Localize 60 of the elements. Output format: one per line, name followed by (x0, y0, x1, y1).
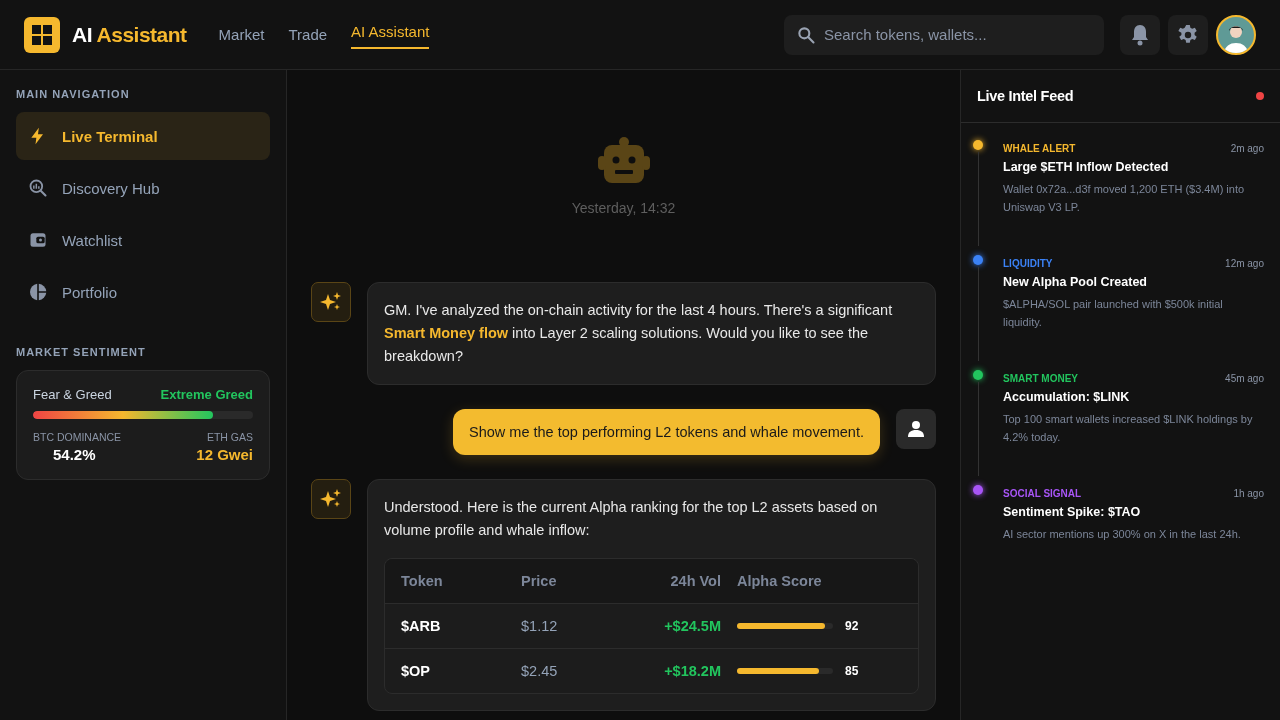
score-value: 85 (845, 664, 859, 678)
person-icon (906, 419, 926, 439)
column-header: 24h Vol (669, 573, 721, 589)
nav-tab[interactable]: AI Assistant (351, 16, 430, 49)
alert-text: Top 100 smart wallets increased $LINK holdings by 4.2% today. (1003, 412, 1254, 445)
section-heading: MAIN NAVIGATION (16, 88, 131, 100)
stat-label: BTC DOMINANCE (33, 431, 122, 443)
sidebar-item[interactable]: Live Terminal (16, 112, 270, 160)
alert-text: $ALPHA/SOL pair launched with $500k initial liquidity. (1003, 297, 1224, 330)
pie-chart-icon (28, 282, 48, 302)
settings-icon (1177, 23, 1199, 46)
avatar-icon[interactable] (1216, 14, 1256, 55)
alert-text: Wallet 0x72a...d3f moved 1,200 ETH ($3.4M) into Uniswap V3 LP. (1003, 182, 1246, 215)
table-cell-text: +$18.2M (663, 663, 721, 679)
column-header: Alpha Score (737, 573, 823, 589)
user-message: Show me the top performing L2 tokens and whale movement. (453, 409, 880, 455)
column-header: Token (401, 573, 444, 589)
assistant-message: GM. I've analyzed the on-chain activity for the last 4 hours. There's a significant Smart Money flow into Layer 2 scaling solutions. Would you like to see the breakdown? (384, 301, 894, 366)
sidebar-item[interactable]: Portfolio (16, 268, 270, 316)
column-header: Price (521, 573, 558, 589)
chat-timestamp: Yesterday, 14:32 (571, 200, 676, 216)
table-cell-text: +$24.5M (663, 618, 721, 634)
table-cell-text: $1.12 (521, 618, 559, 634)
sidebar-item[interactable]: Watchlist (16, 216, 270, 264)
table-cell-text: $2.45 (521, 663, 559, 679)
alert-text: AI sector mentions up 300% on X in the last 24h. (1003, 527, 1242, 542)
table-cell-text: $ARB (401, 618, 442, 634)
meter-reading: Extreme Greed (160, 387, 253, 402)
alert-time: 1h ago (1233, 487, 1264, 499)
nav-tab[interactable]: Trade (288, 22, 328, 49)
alert-tag: WHALE ALERT (1003, 142, 1076, 154)
assistant-message: Understood. Here is the current Alpha ranking for the top L2 assets based on volume profile and whale inflow: (384, 498, 879, 540)
stat-value: 54.2% (52, 446, 97, 463)
alert-tag: LIQUIDITY (1003, 257, 1053, 269)
alert-title: Large $ETH Inflow Detected (1003, 160, 1170, 174)
alert-tag: SOCIAL SIGNAL (1003, 487, 1082, 499)
alert-title: New Alpha Pool Created (1003, 275, 1148, 289)
section-heading: MARKET SENTIMENT (16, 346, 147, 358)
table-cell-text: $OP (401, 663, 431, 679)
panel-title: Live Intel Feed (977, 88, 1074, 104)
alert-title: Sentiment Spike: $TAO (1003, 505, 1142, 519)
stat-label: ETH GAS (206, 431, 253, 443)
brand-name: AI Assistant (72, 22, 187, 47)
alert-title: Accumulation: $LINK (1003, 390, 1131, 404)
sidebar-item[interactable]: Discovery Hub (16, 164, 270, 212)
meter-label: Fear & Greed (33, 387, 112, 402)
score-value: 92 (845, 619, 859, 633)
wallet-icon (28, 230, 48, 250)
search-field[interactable]: Search tokens, wallets... (784, 14, 1104, 55)
stat-value: 12 Gwei (196, 446, 253, 463)
robot-icon (595, 136, 652, 186)
alert-tag: SMART MONEY (1003, 372, 1078, 384)
magnifier-chart-icon (28, 178, 48, 198)
alert-time: 12m ago (1225, 257, 1264, 269)
nav-tab[interactable]: Market (218, 22, 265, 49)
alert-time: 2m ago (1230, 142, 1264, 154)
alert-time: 45m ago (1225, 372, 1264, 384)
bell-icon (1130, 23, 1150, 46)
settings-button[interactable] (1168, 14, 1208, 55)
notifications-button[interactable] (1120, 14, 1160, 55)
